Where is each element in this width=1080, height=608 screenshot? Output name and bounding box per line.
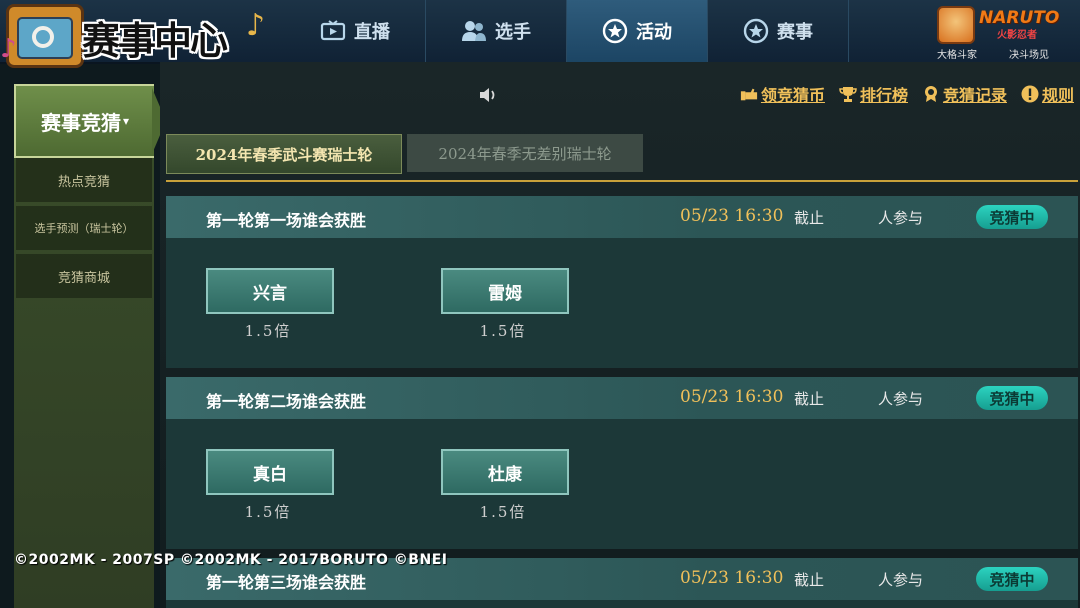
brand-subtitle: 火影忍者: [997, 30, 1037, 41]
match-card: 第一轮第一场谁会获胜 05/23 16:30 截止 人参与 竞猜中 兴言 1.5…: [166, 196, 1078, 368]
sidebar-header[interactable]: 赛事竞猜 ▾: [14, 84, 154, 158]
sidebar-item-shop[interactable]: 竞猜商城: [16, 254, 152, 298]
match-title: 第一轮第一场谁会获胜: [206, 211, 367, 230]
naruto-brand: NARUTO 火影忍者 大格斗家 决斗场见: [937, 4, 1072, 61]
brand-tagline: 大格斗家: [937, 50, 977, 61]
star-icon: [743, 18, 769, 44]
tab-events[interactable]: 赛事: [708, 0, 849, 62]
rules-link[interactable]: 规则: [1021, 82, 1074, 106]
tab-spring-swiss-combat[interactable]: 2024年春季武斗赛瑞士轮: [166, 134, 402, 174]
pick-player-button[interactable]: 杜康: [441, 449, 569, 495]
participant-count: 人参与: [878, 571, 924, 589]
sidebar-item-label: 热点竞猜: [57, 174, 110, 190]
claim-coins-label: 领竞猜币: [760, 86, 825, 105]
match-header: 第一轮第二场谁会获胜 05/23 16:30 截止 人参与 竞猜中: [166, 377, 1078, 419]
match-deadline: 05/23 16:30: [680, 568, 784, 588]
top-links: 领竞猜币 排行榜 竞猜记录 规则: [740, 82, 1074, 106]
player-name: 兴言: [253, 283, 287, 304]
tab-players-label: 选手: [495, 22, 531, 43]
pick-player-button[interactable]: 兴言: [206, 268, 334, 314]
users-icon: [461, 18, 487, 44]
status-badge: 竞猜中: [976, 567, 1048, 591]
tab-events-label: 赛事: [777, 22, 813, 43]
match-card: 第一轮第二场谁会获胜 05/23 16:30 截止 人参与 竞猜中 真白 1.5…: [166, 377, 1078, 549]
tab-players[interactable]: 选手: [426, 0, 567, 62]
naruto-avatar: [937, 6, 975, 44]
rules-label: 规则: [1041, 86, 1074, 105]
player-name: 杜康: [488, 464, 522, 485]
match-deadline-suffix: 截止: [794, 390, 825, 408]
ranking-label: 排行榜: [859, 86, 908, 105]
event-center-logo: ♪ 赛事中心 ♪: [0, 0, 270, 68]
main-nav: 直播 选手 活动 赛事: [285, 0, 849, 65]
ranking-link[interactable]: 排行榜: [839, 82, 908, 106]
music-note-icon: ♪: [0, 34, 17, 64]
tab-activity-label: 活动: [636, 22, 672, 43]
participant-count: 人参与: [878, 209, 924, 227]
top-bar: ♪ 赛事中心 ♪ 直播 选手 活动 赛事 NARUTO 火影忍者 大格斗家 决斗…: [0, 0, 1080, 68]
chevron-down-icon: ▾: [122, 114, 130, 128]
player-name: 雷姆: [488, 283, 522, 304]
pick-player-button[interactable]: 雷姆: [441, 268, 569, 314]
medal-icon: [922, 85, 940, 103]
copyright-notice: ©2002MK - 2007SP ©2002MK - 2017BORUTO ©B…: [14, 552, 448, 568]
tab-live-label: 直播: [354, 22, 390, 43]
match-deadline-suffix: 截止: [794, 571, 825, 589]
subtab-label: 2024年春季武斗赛瑞士轮: [195, 145, 373, 164]
match-deadline-suffix: 截止: [794, 209, 825, 227]
match-title: 第一轮第二场谁会获胜: [206, 392, 367, 411]
match-header: 第一轮第一场谁会获胜 05/23 16:30 截止 人参与 竞猜中: [166, 196, 1078, 238]
odds-label: 1.5倍: [244, 503, 292, 521]
sidebar-item-label: 竞猜商城: [57, 270, 110, 286]
brand-tagline: 决斗场见: [1009, 50, 1049, 61]
tv-logo-icon: [6, 4, 84, 68]
sidebar-item-hot[interactable]: 热点竞猜: [16, 158, 152, 202]
tab-live[interactable]: 直播: [285, 0, 426, 62]
guess-record-link[interactable]: 竞猜记录: [922, 82, 1007, 106]
odds-label: 1.5倍: [244, 322, 292, 340]
status-badge: 竞猜中: [976, 386, 1048, 410]
tv-icon: [320, 18, 346, 44]
claim-coins-link[interactable]: 领竞猜币: [740, 82, 825, 106]
music-note-icon: ♪: [246, 8, 266, 43]
status-badge: 竞猜中: [976, 205, 1048, 229]
sidebar-header-label: 赛事竞猜: [40, 110, 121, 135]
logo-title: 赛事中心: [82, 18, 228, 63]
main-panel: 领竞猜币 排行榜 竞猜记录 规则 2024年春季武斗赛瑞士轮 2024年春季无差…: [160, 62, 1080, 608]
speaker-icon[interactable]: [478, 86, 498, 104]
divider: [166, 180, 1078, 182]
guess-record-label: 竞猜记录: [942, 86, 1007, 105]
info-icon: [1021, 85, 1039, 103]
hand-icon: [740, 85, 758, 103]
sidebar: 赛事竞猜 ▾ 热点竞猜 选手预测（瑞士轮） 竞猜商城: [14, 84, 166, 608]
star-icon: [602, 18, 628, 44]
sidebar-item-label: 选手预测（瑞士轮）: [34, 222, 134, 235]
sidebar-item-player-predict[interactable]: 选手预测（瑞士轮）: [16, 206, 152, 250]
tab-spring-swiss-open[interactable]: 2024年春季无差别瑞士轮: [407, 134, 643, 172]
brand-logo: NARUTO: [979, 8, 1060, 28]
participant-count: 人参与: [878, 390, 924, 408]
tab-activity[interactable]: 活动: [567, 0, 708, 65]
match-title: 第一轮第三场谁会获胜: [206, 573, 367, 592]
odds-label: 1.5倍: [479, 322, 527, 340]
match-deadline: 05/23 16:30: [680, 387, 784, 407]
subtab-label: 2024年春季无差别瑞士轮: [438, 144, 612, 163]
odds-label: 1.5倍: [479, 503, 527, 521]
match-deadline: 05/23 16:30: [680, 206, 784, 226]
trophy-icon: [839, 85, 857, 103]
pick-player-button[interactable]: 真白: [206, 449, 334, 495]
player-name: 真白: [253, 464, 287, 485]
